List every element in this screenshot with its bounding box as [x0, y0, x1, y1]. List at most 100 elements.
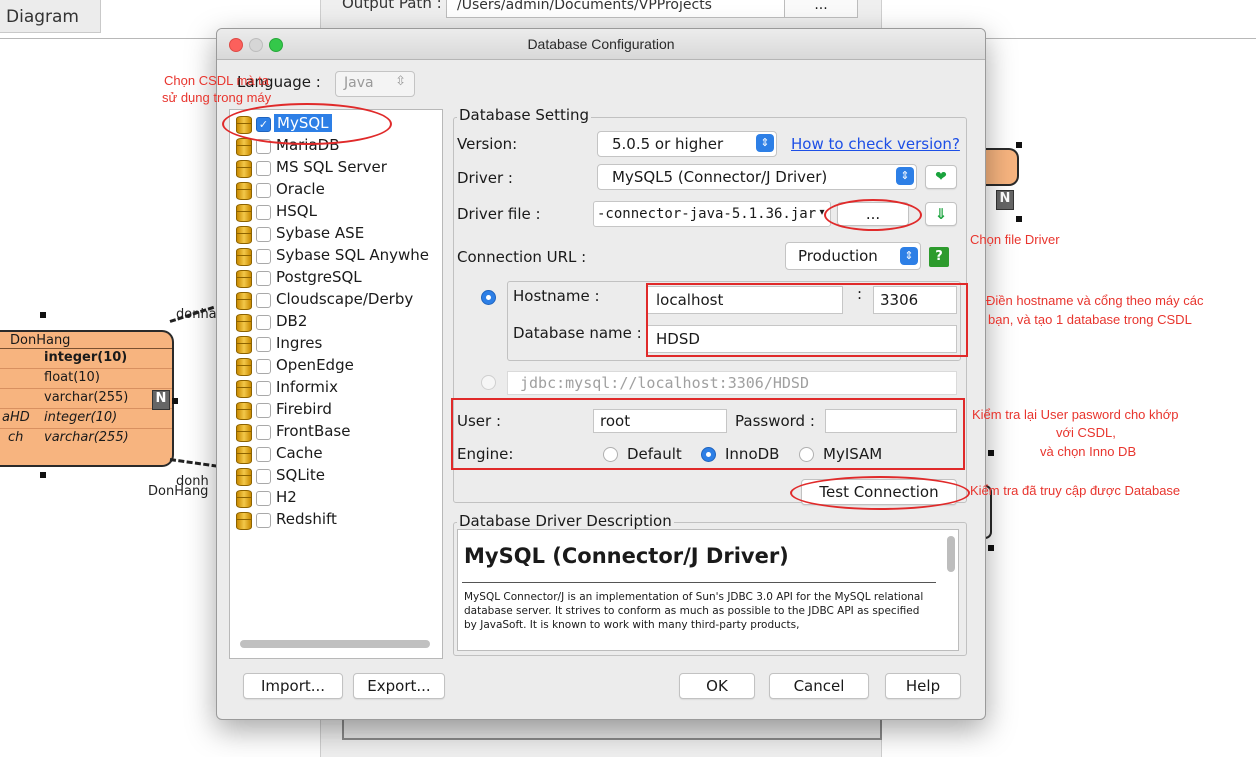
selection-handle — [988, 450, 994, 456]
ok-button[interactable]: OK — [679, 673, 755, 699]
database-item[interactable]: SQLite — [230, 466, 440, 486]
database-icon — [236, 402, 252, 420]
database-checkbox[interactable] — [256, 293, 271, 308]
database-item[interactable]: Firebird — [230, 400, 440, 420]
database-icon — [236, 270, 252, 288]
database-item[interactable]: Cloudscape/Derby — [230, 290, 440, 310]
entity-row-type: varchar(255) — [44, 430, 129, 445]
database-checkbox[interactable] — [256, 359, 271, 374]
database-checkbox[interactable] — [256, 337, 271, 352]
description-divider — [462, 582, 936, 583]
database-name-label: Database name : — [513, 324, 642, 342]
database-item[interactable]: MS SQL Server — [230, 158, 440, 178]
database-item[interactable]: Informix — [230, 378, 440, 398]
jdbc-url-radio[interactable] — [481, 375, 496, 390]
donhang-entity[interactable]: DonHang integer(10) float(10) varchar(25… — [0, 330, 174, 467]
database-checkbox[interactable] — [256, 425, 271, 440]
entity-row-type: float(10) — [44, 370, 100, 385]
help-button[interactable]: Help — [885, 673, 961, 699]
updown-chevron-icon: ⇕ — [896, 167, 914, 185]
database-checkbox[interactable] — [256, 205, 271, 220]
highlight-browse-ellipse — [824, 199, 922, 231]
database-name: Cloudscape/Derby — [276, 290, 414, 308]
annotation-choose-db-line2: sử dụng trong máy — [162, 90, 272, 105]
database-item[interactable]: Sybase SQL Anywhe — [230, 246, 440, 266]
database-checkbox[interactable] — [256, 469, 271, 484]
selection-handle — [40, 312, 46, 318]
database-item[interactable]: HSQL — [230, 202, 440, 222]
database-checkbox[interactable] — [256, 447, 271, 462]
jdbc-url-field[interactable]: jdbc:mysql://localhost:3306/HDSD — [507, 371, 957, 395]
database-icon — [236, 138, 252, 156]
database-item[interactable]: FrontBase — [230, 422, 440, 442]
database-checkbox[interactable] — [256, 381, 271, 396]
help-icon[interactable]: ? — [929, 247, 949, 267]
database-item[interactable]: Ingres — [230, 334, 440, 354]
driver-check-heart-icon[interactable]: ❤ — [925, 165, 957, 189]
database-icon — [236, 336, 252, 354]
how-to-check-version-link[interactable]: How to check version? — [791, 135, 960, 153]
database-checkbox[interactable] — [256, 227, 271, 242]
language-select[interactable]: Java ⇳ — [335, 71, 415, 97]
cancel-button[interactable]: Cancel — [769, 673, 869, 699]
database-name: Sybase ASE — [276, 224, 365, 242]
driver-select[interactable]: MySQL5 (Connector/J Driver) ⇕ — [597, 164, 917, 190]
relationship-label: DonHang — [148, 484, 209, 499]
database-item[interactable]: Redshift — [230, 510, 440, 530]
database-item[interactable]: OpenEdge — [230, 356, 440, 376]
output-path-browse-button[interactable]: ... — [784, 0, 858, 18]
export-button[interactable]: Export... — [353, 673, 445, 699]
entity-n-badge: N — [152, 390, 170, 410]
annotation-test-connection: Kiểm tra đã truy cập được Database — [970, 483, 1181, 498]
driver-description-box: MySQL (Connector/J Driver) MySQL Connect… — [457, 529, 959, 651]
output-path-label: Output Path : — [342, 0, 442, 12]
output-path-field[interactable]: /Users/admin/Documents/VPProjects — [446, 0, 788, 18]
relationship-label: donha — [176, 307, 217, 322]
database-icon — [236, 358, 252, 376]
driver-description-title: MySQL (Connector/J Driver) — [464, 544, 789, 568]
version-select[interactable]: 5.0.5 or higher ⇕ — [597, 131, 777, 157]
database-checkbox[interactable] — [256, 183, 271, 198]
database-item[interactable]: PostgreSQL — [230, 268, 440, 288]
database-name: HSQL — [276, 202, 317, 220]
database-checkbox[interactable] — [256, 315, 271, 330]
database-list[interactable]: ✓ MySQL MariaDB MS SQL Server Oracle HSQL… — [229, 109, 443, 659]
database-name: FrontBase — [276, 422, 351, 440]
driver-file-field[interactable]: -connector-java-5.1.36.jar — [593, 201, 831, 227]
database-checkbox[interactable] — [256, 271, 271, 286]
database-icon — [236, 446, 252, 464]
database-checkbox[interactable] — [256, 403, 271, 418]
database-name: Ingres — [276, 334, 323, 352]
entity-name: DonHang — [10, 333, 71, 348]
entity-row: varchar(255) — [0, 389, 172, 409]
dialog-titlebar: Database Configuration — [217, 29, 985, 60]
selection-handle — [1016, 142, 1022, 148]
database-checkbox[interactable] — [256, 513, 271, 528]
description-scrollbar[interactable] — [947, 536, 955, 572]
database-item[interactable]: Sybase ASE — [230, 224, 440, 244]
highlight-mysql-ellipse — [222, 103, 392, 145]
database-item[interactable]: Cache — [230, 444, 440, 464]
database-item[interactable]: H2 — [230, 488, 440, 508]
connection-url-label: Connection URL : — [457, 248, 587, 266]
hostname-radio[interactable] — [481, 290, 496, 305]
entity-row-type: varchar(255) — [44, 390, 129, 405]
diagram-tab[interactable]: Diagram — [0, 0, 101, 33]
right-entity[interactable] — [985, 148, 1019, 186]
import-button[interactable]: Import... — [243, 673, 343, 699]
database-icon — [236, 160, 252, 178]
connection-mode-select[interactable]: Production ⇕ — [785, 242, 921, 270]
driver-label: Driver : — [457, 169, 513, 187]
database-name: H2 — [276, 488, 297, 506]
list-horizontal-scrollbar[interactable] — [240, 640, 430, 648]
database-checkbox[interactable] — [256, 491, 271, 506]
download-arrow-icon[interactable]: ⇓ — [925, 202, 957, 226]
database-item[interactable]: DB2 — [230, 312, 440, 332]
database-item[interactable]: Oracle — [230, 180, 440, 200]
database-checkbox[interactable] — [256, 161, 271, 176]
dialog-title: Database Configuration — [527, 36, 675, 52]
database-checkbox[interactable] — [256, 249, 271, 264]
driver-description-text: MySQL Connector/J is an implementation o… — [464, 591, 924, 631]
hostname-label: Hostname : — [513, 287, 600, 305]
annotation-choose-db-line1: Chọn CSDL mà ta — [164, 73, 270, 88]
